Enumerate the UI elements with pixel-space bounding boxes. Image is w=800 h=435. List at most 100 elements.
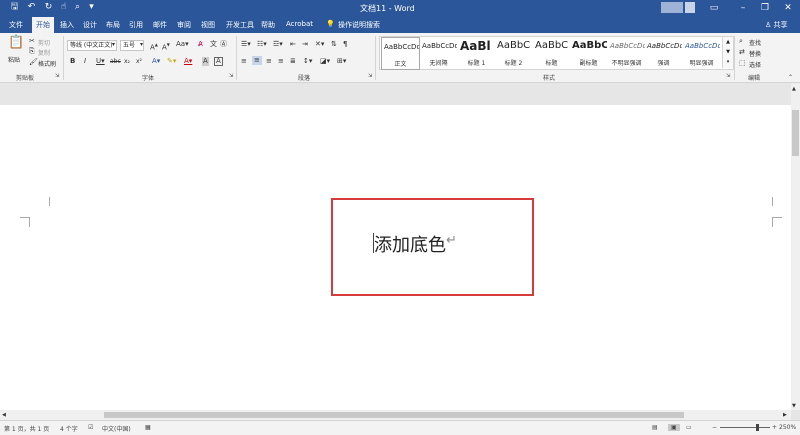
enclose-char-icon[interactable]: Ⓐ <box>220 40 227 49</box>
redo-icon[interactable]: ↻ <box>43 2 54 13</box>
clipboard-launcher-icon[interactable]: ⇲ <box>55 72 59 81</box>
paste-button[interactable]: 粘贴 <box>8 55 20 64</box>
close-icon[interactable]: ✕ <box>781 1 795 15</box>
gallery-more-icon[interactable]: ▾ <box>723 57 733 67</box>
sort-icon[interactable]: ⇅ <box>331 40 337 49</box>
print-preview-icon[interactable]: ⌕ <box>72 2 83 13</box>
bullets-icon[interactable]: ☰▾ <box>241 40 251 49</box>
gallery-scroll[interactable]: ▲ ▼ ▾ <box>722 37 733 68</box>
paragraph-launcher-icon[interactable]: ⇲ <box>368 72 372 81</box>
bold-icon[interactable]: B <box>70 57 75 66</box>
increase-indent-icon[interactable]: ⇥ <box>302 40 308 49</box>
copy-button[interactable]: 复制 <box>38 48 50 57</box>
vertical-scroll-thumb[interactable] <box>792 110 799 156</box>
scroll-left-icon[interactable]: ◀ <box>2 411 6 420</box>
horizontal-scroll-thumb[interactable] <box>104 412 684 418</box>
underline-icon[interactable]: U▾ <box>96 57 105 66</box>
char-shading-icon[interactable]: A <box>202 57 209 66</box>
chevron-up-icon[interactable]: ▲ <box>723 37 733 47</box>
replace-icon[interactable]: ⇄ <box>739 48 745 57</box>
restore-icon[interactable]: ❐ <box>758 1 772 15</box>
select-button[interactable]: 选择 <box>749 60 761 69</box>
justify-icon[interactable]: ≡ <box>278 57 284 66</box>
chinese-layout-icon[interactable]: ✕▾ <box>315 40 324 49</box>
find-button[interactable]: 查找 <box>749 38 761 47</box>
minimize-icon[interactable]: – <box>736 1 750 15</box>
numbering-icon[interactable]: ☷▾ <box>257 40 267 49</box>
proofing-icon[interactable]: ☑ <box>88 424 93 431</box>
style-no-spacing[interactable]: AaBbCcDd 无间隔 <box>420 37 457 68</box>
page-count[interactable]: 第 1 页，共 1 页 <box>4 424 49 433</box>
text-effects-icon[interactable]: A▾ <box>152 57 160 66</box>
borders-icon[interactable]: ⊞▾ <box>337 57 346 66</box>
align-center-icon[interactable]: ≡ <box>252 56 262 65</box>
tab-home[interactable]: 开始 <box>32 17 54 33</box>
save-icon[interactable]: 🖫 <box>9 2 20 13</box>
subscript-icon[interactable]: x₂ <box>124 57 130 66</box>
decrease-indent-icon[interactable]: ⇤ <box>290 40 296 49</box>
tab-developer[interactable]: 开发工具 <box>226 20 254 30</box>
replace-button[interactable]: 替换 <box>749 49 761 58</box>
tab-file[interactable]: 文件 <box>9 20 23 30</box>
paste-icon[interactable]: 📋 <box>8 36 24 49</box>
chevron-down-icon[interactable]: ▾ <box>112 40 115 49</box>
strikethrough-icon[interactable]: abc <box>110 57 121 66</box>
tab-design[interactable]: 设计 <box>83 20 97 30</box>
change-case-icon[interactable]: Aa▾ <box>176 40 189 49</box>
highlight-icon[interactable]: ✎▾ <box>167 57 176 66</box>
accessibility-icon[interactable]: ▦ <box>145 424 151 431</box>
style-heading-1[interactable]: AaBl 标题 1 <box>458 37 495 68</box>
tab-acrobat[interactable]: Acrobat <box>286 20 313 28</box>
share-button[interactable]: ♙ 共享 <box>765 20 788 30</box>
scroll-right-icon[interactable]: ▶ <box>783 411 787 420</box>
char-border-icon[interactable]: A <box>214 57 223 66</box>
tell-me-search[interactable]: 操作说明搜索 <box>338 20 380 30</box>
language-indicator[interactable]: 中文(中国) <box>102 424 131 433</box>
align-right-icon[interactable]: ≡ <box>266 57 272 66</box>
style-subtitle[interactable]: AaBbC 副标题 <box>570 37 607 68</box>
format-painter-icon[interactable]: 🖌 <box>29 58 38 67</box>
account-avatar[interactable] <box>685 2 695 13</box>
document-text[interactable]: 添加底色 <box>374 231 446 257</box>
superscript-icon[interactable]: x² <box>136 57 142 66</box>
account-area[interactable] <box>661 2 683 13</box>
select-icon[interactable]: ⬚ <box>739 59 746 68</box>
italic-icon[interactable]: I <box>84 57 86 66</box>
tab-mailings[interactable]: 邮件 <box>153 20 167 30</box>
undo-icon[interactable]: ↶ <box>26 2 37 13</box>
zoom-slider[interactable] <box>720 427 770 428</box>
print-layout-icon[interactable]: ▣ <box>668 424 680 431</box>
collapse-ribbon-icon[interactable]: ⌃ <box>788 73 793 82</box>
find-icon[interactable]: ⌕ <box>739 37 743 46</box>
scroll-down-icon[interactable]: ▼ <box>792 402 796 411</box>
word-count[interactable]: 4 个字 <box>60 424 78 433</box>
shading-icon[interactable]: ◪▾ <box>320 57 330 66</box>
font-name-combo[interactable]: 等线 (中文正文) <box>67 40 117 51</box>
cut-button[interactable]: 剪切 <box>38 38 50 47</box>
style-title[interactable]: AaBbC 标题 <box>533 37 570 68</box>
touch-mode-icon[interactable]: ☝ <box>58 2 69 13</box>
tab-view[interactable]: 视图 <box>201 20 215 30</box>
font-launcher-icon[interactable]: ⇲ <box>229 72 233 81</box>
align-left-icon[interactable]: ≡ <box>241 57 247 66</box>
style-emphasis[interactable]: AaBbCcDd 强调 <box>645 37 682 68</box>
tab-help[interactable]: 帮助 <box>261 20 275 30</box>
tab-review[interactable]: 审阅 <box>177 20 191 30</box>
zoom-slider-knob[interactable] <box>756 424 759 431</box>
web-layout-icon[interactable]: ▭ <box>686 424 692 431</box>
line-spacing-icon[interactable]: ↕▾ <box>303 57 312 66</box>
grow-font-icon[interactable]: A▲ <box>150 40 158 52</box>
zoom-in-icon[interactable]: + <box>772 424 777 431</box>
style-heading-2[interactable]: AaBbC 标题 2 <box>495 37 532 68</box>
focus-mode-icon[interactable]: ▤ <box>652 424 658 431</box>
cut-icon[interactable]: ✂ <box>29 37 35 46</box>
font-color-icon[interactable]: A▾ <box>184 57 192 66</box>
multilevel-list-icon[interactable]: ☲▾ <box>273 40 283 49</box>
show-marks-icon[interactable]: ¶ <box>343 40 347 49</box>
copy-icon[interactable]: ⎘ <box>29 47 35 56</box>
ribbon-display-icon[interactable]: ▭ <box>707 1 721 15</box>
shrink-font-icon[interactable]: A▼ <box>162 40 170 52</box>
zoom-level[interactable]: 250% <box>779 424 796 431</box>
lightbulb-icon[interactable]: 💡 <box>326 20 335 28</box>
customize-qat-icon[interactable]: ▾ <box>86 2 97 13</box>
